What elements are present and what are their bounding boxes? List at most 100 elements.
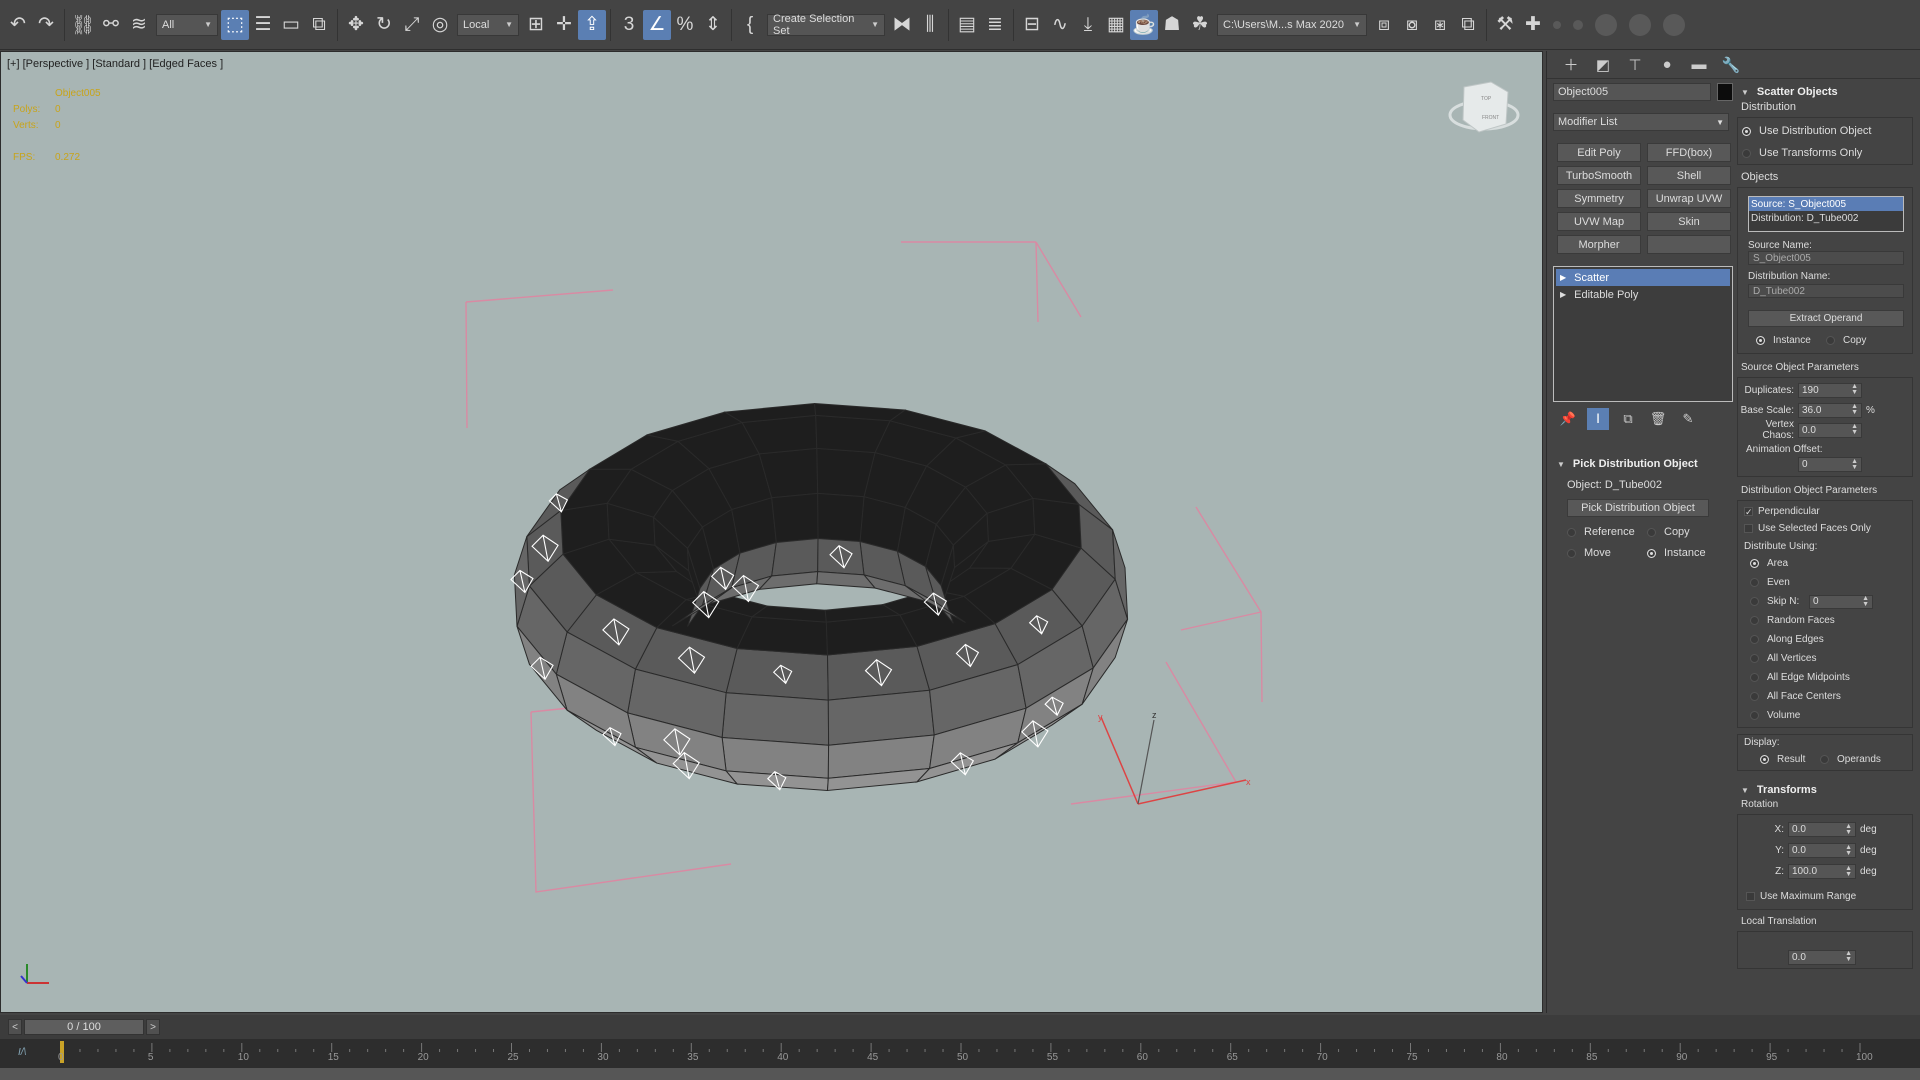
hierarchy-tab-icon[interactable]: ⊤ — [1619, 53, 1651, 77]
rotation-z-spinner[interactable]: 100.0 ▲ ▼ — [1788, 864, 1856, 879]
keyboard-shortcut-override-icon[interactable]: ⇪ — [578, 9, 606, 40]
make-unique-icon[interactable]: ⧉ — [1617, 408, 1639, 430]
snaps-toggle-icon[interactable]: 3 — [615, 10, 643, 40]
reference-coordinate-dropdown[interactable]: Local ▼ — [457, 13, 519, 36]
select-by-name-icon[interactable]: ☰ — [249, 10, 277, 40]
use-transforms-only-radio[interactable]: Use Transforms Only — [1742, 144, 1908, 162]
rect-selection-region-icon[interactable]: ▭ — [277, 10, 305, 40]
remove-modifier-icon[interactable]: 🗑 — [1647, 408, 1669, 430]
extract-copy-radio[interactable]: Copy — [1826, 331, 1866, 349]
base-scale-spinner[interactable]: 36.0 ▲ ▼ — [1798, 402, 1862, 418]
modifier-button[interactable]: Edit Poly — [1557, 143, 1641, 162]
scatter-objects-panel[interactable]: ▼ Scatter Objects Distribution Use Distri… — [1737, 83, 1913, 1008]
spinner-arrows-icon[interactable]: ▲ ▼ — [1845, 844, 1852, 857]
rollout-header[interactable]: ▼ Scatter Objects — [1737, 83, 1913, 101]
use-maximum-range-checkbox[interactable]: Use Maximum Range — [1746, 888, 1912, 905]
animation-offset-spinner[interactable]: 0 ▲ ▼ — [1798, 457, 1862, 472]
modifier-button[interactable]: Unwrap UVW — [1647, 189, 1731, 208]
objects-list-item[interactable]: Source: S_Object005 — [1749, 197, 1903, 211]
show-end-result-icon[interactable]: Ⅰ — [1587, 408, 1609, 430]
viewport-layout-icon[interactable] — [1629, 13, 1651, 36]
selection-filter-dropdown[interactable]: All ▼ — [156, 13, 218, 36]
previous-frame-icon[interactable]: < — [8, 1019, 22, 1035]
use-selected-faces-checkbox[interactable]: Use Selected Faces Only — [1744, 520, 1906, 537]
stack-item-editable-poly[interactable]: ▶ Editable Poly — [1556, 286, 1730, 303]
modify-tab-icon[interactable]: ◩ — [1587, 53, 1619, 77]
perpendicular-checkbox[interactable]: ✓ Perpendicular — [1744, 503, 1906, 520]
objects-list-item[interactable]: Distribution: D_Tube002 — [1749, 211, 1903, 225]
viewcube[interactable]: TOP FRONT — [1448, 81, 1520, 133]
instance-radio[interactable]: Instance — [1647, 544, 1727, 562]
collapse-triangle-icon[interactable]: ▼ — [1741, 88, 1749, 97]
open-file-icon[interactable]: ⧈ — [1370, 10, 1398, 40]
render-setup-icon[interactable]: ☕ — [1130, 9, 1158, 40]
modifier-button[interactable]: UVW Map — [1557, 212, 1641, 231]
utilities-tab-icon[interactable]: 🔧 — [1715, 53, 1747, 77]
save-file-icon[interactable]: ⧇ — [1398, 10, 1426, 40]
mirror-icon[interactable]: ⧓ — [888, 10, 916, 40]
distribute-volume-radio[interactable]: Volume — [1750, 706, 1906, 725]
bind-space-warp-icon[interactable]: ≋ — [125, 10, 153, 40]
spinner-arrows-icon[interactable]: ▲ ▼ — [1851, 458, 1858, 471]
configure-modifier-sets-icon[interactable]: ✎ — [1677, 408, 1699, 430]
modifier-list-dropdown[interactable]: Modifier List ▼ — [1553, 113, 1729, 131]
scale-icon[interactable]: ⤢ — [398, 10, 426, 40]
stack-item-scatter[interactable]: ▶ Scatter — [1556, 269, 1730, 286]
distribute-random-faces-radio[interactable]: Random Faces — [1750, 611, 1906, 630]
expand-triangle-icon[interactable]: ▶ — [1560, 273, 1566, 282]
modifier-button[interactable]: Skin — [1647, 212, 1731, 231]
spinner-arrows-icon[interactable]: ▲ ▼ — [1845, 865, 1852, 878]
unlink-icon[interactable]: ⚯ — [97, 10, 125, 40]
align-icon[interactable]: ⫼ — [916, 10, 944, 40]
modifier-button[interactable]: Morpher — [1557, 235, 1641, 254]
rotate-icon[interactable]: ↻ — [370, 10, 398, 40]
use-distribution-object-radio[interactable]: Use Distribution Object — [1742, 122, 1908, 140]
project-folder-dropdown[interactable]: C:\Users\M...s Max 2020 ▼ — [1217, 13, 1367, 36]
source-name-field[interactable]: S_Object005 — [1748, 251, 1904, 265]
modifier-button[interactable]: FFD(box) — [1647, 143, 1731, 162]
distribute-along-edges-radio[interactable]: Along Edges — [1750, 630, 1906, 649]
modifier-button[interactable]: TurboSmooth — [1557, 166, 1641, 185]
percent-snap-icon[interactable]: % — [671, 10, 699, 40]
render-production-icon[interactable]: ☘ — [1186, 10, 1214, 40]
viewport-layout-icon[interactable] — [1663, 13, 1685, 36]
spinner-arrows-icon[interactable]: ▲ ▼ — [1851, 403, 1858, 416]
display-tab-icon[interactable]: ▬ — [1683, 53, 1715, 77]
rotation-y-spinner[interactable]: 0.0 ▲ ▼ — [1788, 843, 1856, 858]
distribute-area-radio[interactable]: Area — [1750, 554, 1906, 573]
perspective-viewport[interactable]: y x z TOP FRONT [+] [Perspective ] [Stan… — [0, 51, 1543, 1013]
motion-tab-icon[interactable]: ● — [1651, 53, 1683, 77]
edit-named-selection-icon[interactable]: { — [736, 10, 764, 40]
window-crossing-icon[interactable]: ⧉ — [305, 10, 333, 40]
spinner-arrows-icon[interactable]: ▲ ▼ — [1845, 950, 1852, 963]
spinner-arrows-icon[interactable]: ▲ ▼ — [1845, 823, 1852, 836]
distribute-skip-n-radio[interactable]: Skip N: 0 ▲ ▼ — [1750, 592, 1906, 611]
rotation-x-spinner[interactable]: 0.0 ▲ ▼ — [1788, 822, 1856, 837]
distribute-all-vertices-radio[interactable]: All Vertices — [1750, 649, 1906, 668]
distribute-even-radio[interactable]: Even — [1750, 573, 1906, 592]
modifier-button-empty[interactable] — [1647, 235, 1731, 254]
display-result-radio[interactable]: Result — [1760, 750, 1820, 768]
select-object-icon[interactable]: ⬚ — [221, 9, 249, 40]
schematic-view-icon[interactable]: ⤓ — [1074, 10, 1102, 40]
scene-explorer-icon[interactable]: ▤ — [953, 10, 981, 40]
spinner-arrows-icon[interactable]: ▲ ▼ — [1851, 383, 1858, 396]
spinner-arrows-icon[interactable]: ▲ ▼ — [1851, 423, 1858, 436]
collapse-triangle-icon[interactable]: ▼ — [1557, 460, 1565, 469]
distribution-name-field[interactable]: D_Tube002 — [1748, 284, 1904, 298]
duplicates-spinner[interactable]: 190 ▲ ▼ — [1798, 382, 1862, 398]
next-frame-icon[interactable]: > — [146, 1019, 160, 1035]
pick-distribution-object-button[interactable]: Pick Distribution Object — [1567, 499, 1709, 517]
undo-icon[interactable]: ↶ — [4, 10, 32, 40]
redo-icon[interactable]: ↷ — [32, 10, 60, 40]
toggle-ribbon-icon[interactable]: ⊟ — [1018, 10, 1046, 40]
extract-operand-button[interactable]: Extract Operand — [1748, 310, 1904, 327]
distribute-all-face-centers-radio[interactable]: All Face Centers — [1750, 687, 1906, 706]
link-icon[interactable]: ⛓ — [69, 10, 97, 40]
move-icon[interactable]: ✥ — [342, 10, 370, 40]
angle-snap-icon[interactable]: ∠ — [643, 9, 671, 40]
named-selection-dropdown[interactable]: Create Selection Set ▼ — [767, 13, 885, 37]
display-operands-radio[interactable]: Operands — [1820, 750, 1881, 768]
place-icon[interactable]: ◎ — [426, 10, 454, 40]
rollout-header[interactable]: ▼ Transforms — [1737, 781, 1913, 799]
